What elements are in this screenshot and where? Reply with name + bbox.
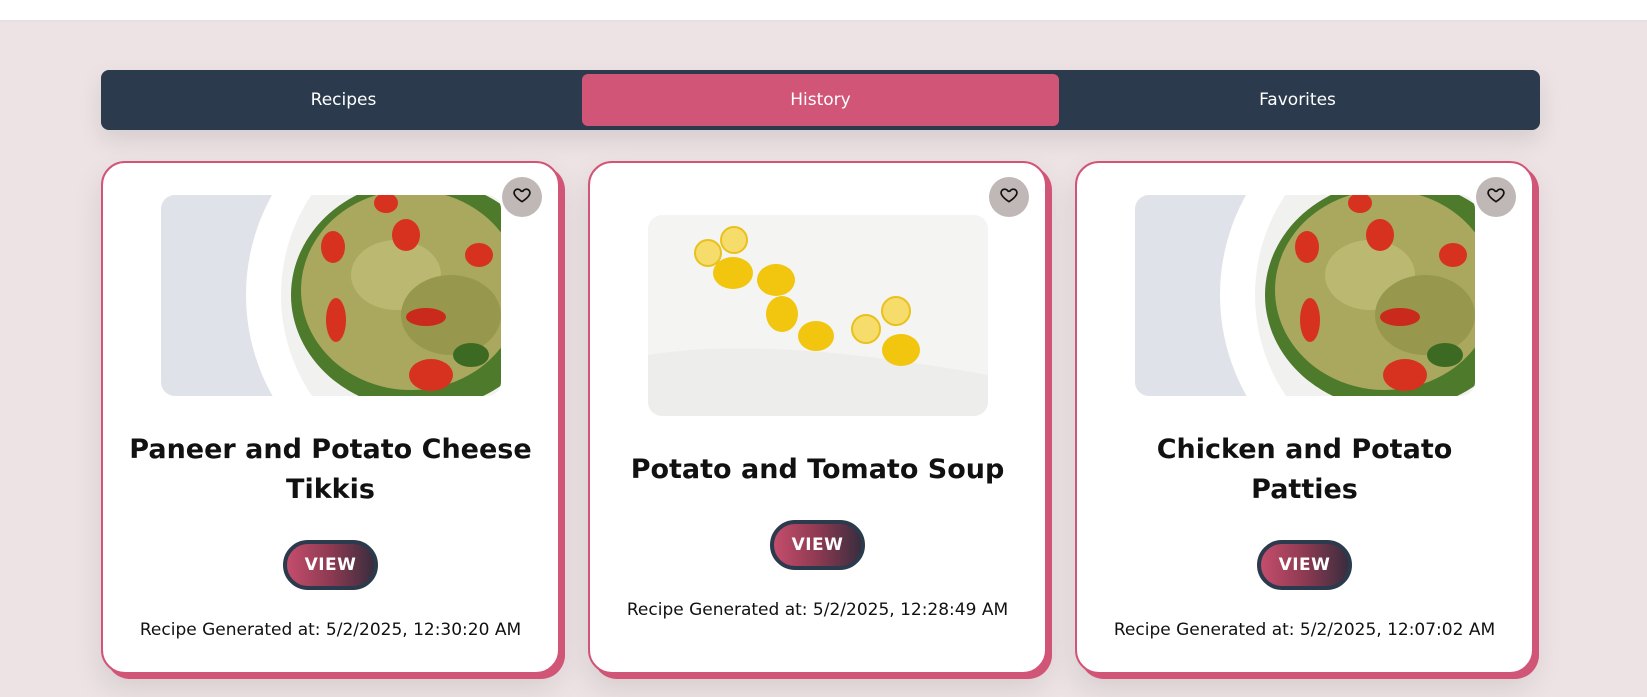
recipe-image-pasta: [160, 195, 501, 396]
recipe-title: Paneer and Potato Cheese Tikkis: [129, 434, 532, 505]
recipe-card: Potato and Tomato Soup VIEW Recipe Gener…: [588, 161, 1047, 674]
heart-outline-icon: [999, 185, 1019, 209]
recipe-title: Chicken and Potato Patties: [1156, 434, 1453, 505]
top-header-bar: [0, 0, 1647, 20]
history-tab-bar: Recipes History Favorites: [101, 70, 1540, 130]
heart-outline-icon: [512, 185, 532, 209]
recipe-title: Potato and Tomato Soup: [630, 454, 1005, 485]
tab-favorites[interactable]: Favorites: [1059, 74, 1536, 126]
view-button[interactable]: VIEW: [770, 520, 865, 570]
favorite-button[interactable]: [989, 177, 1029, 217]
tab-recipes[interactable]: Recipes: [105, 74, 582, 126]
favorite-button[interactable]: [502, 177, 542, 217]
tab-history[interactable]: History: [582, 74, 1059, 126]
recipe-card: Chicken and Potato Patties VIEW Recipe G…: [1075, 161, 1534, 674]
recipe-generated-time: Recipe Generated at: 5/2/2025, 12:07:02 …: [1113, 620, 1496, 640]
view-button[interactable]: VIEW: [1257, 540, 1352, 590]
recipe-image-pasta: [1134, 195, 1475, 396]
recipe-generated-time: Recipe Generated at: 5/2/2025, 12:28:49 …: [626, 600, 1009, 620]
favorite-button[interactable]: [1476, 177, 1516, 217]
heart-outline-icon: [1486, 185, 1506, 209]
recipe-image-lemons: [647, 215, 988, 416]
recipe-generated-time: Recipe Generated at: 5/2/2025, 12:30:20 …: [139, 620, 522, 640]
recipe-card: Paneer and Potato Cheese Tikkis VIEW Rec…: [101, 161, 560, 674]
view-button[interactable]: VIEW: [283, 540, 378, 590]
